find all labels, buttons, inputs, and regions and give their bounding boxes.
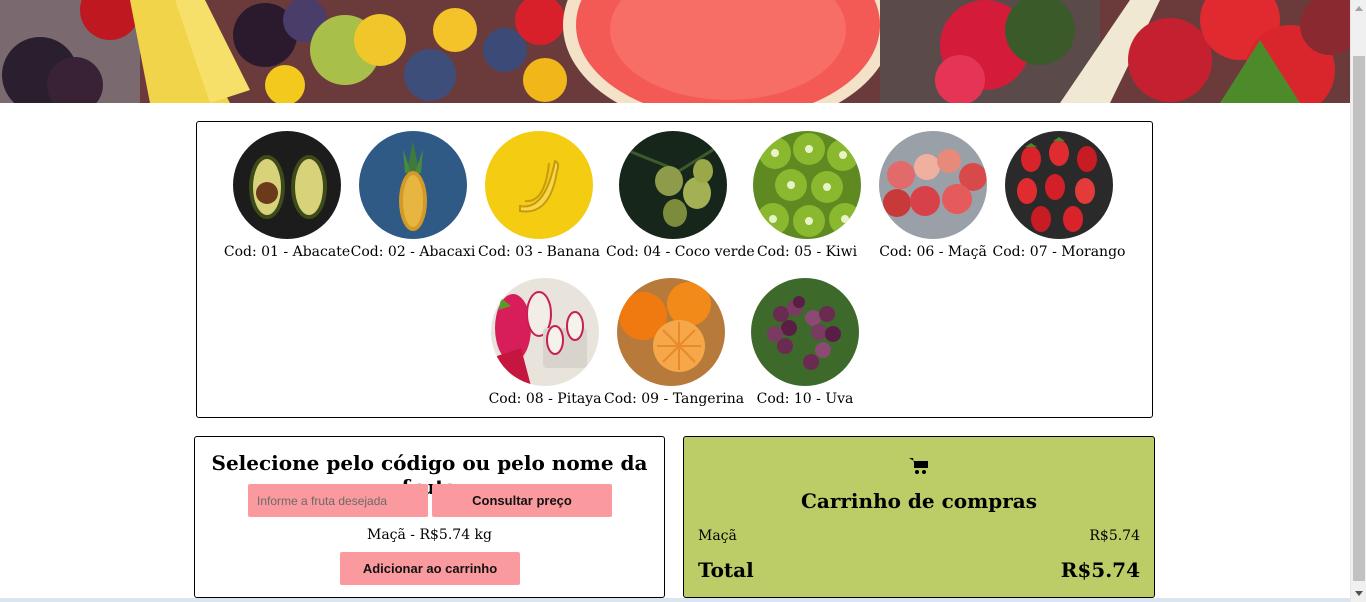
banana-image bbox=[485, 131, 593, 239]
scroll-thumb[interactable] bbox=[1353, 56, 1365, 581]
pineapple-image bbox=[359, 131, 467, 239]
total-label: Total bbox=[698, 558, 754, 582]
cart-total-row: Total R$5.74 bbox=[698, 558, 1140, 584]
shopping-cart-panel: Carrinho de compras Maçã R$5.74 Total R$… bbox=[683, 436, 1155, 598]
fruit-item-pitaya[interactable]: Cod: 08 - Pitaya bbox=[478, 278, 612, 408]
fruit-item-maca[interactable]: Cod: 06 - Maçã bbox=[866, 131, 1000, 261]
cart-item-row: Maçã R$5.74 bbox=[698, 528, 1140, 546]
cart-item-price: R$5.74 bbox=[1089, 528, 1140, 544]
fruit-banner bbox=[0, 0, 1350, 103]
fruit-label: Cod: 02 - Abacaxi bbox=[350, 244, 476, 260]
fruit-item-morango[interactable]: Cod: 07 - Morango bbox=[992, 131, 1126, 261]
add-to-cart-button[interactable]: Adicionar ao carrinho bbox=[340, 552, 520, 585]
avocado-image bbox=[233, 131, 341, 239]
fruit-label: Cod: 09 - Tangerina bbox=[604, 391, 745, 407]
fruit-label: Cod: 01 - Abacate bbox=[223, 244, 351, 260]
fruit-label: Cod: 03 - Banana bbox=[477, 244, 601, 260]
grape-image bbox=[751, 278, 859, 386]
fruit-label: Cod: 10 - Uva bbox=[756, 391, 854, 407]
fruit-label: Cod: 07 - Morango bbox=[992, 244, 1126, 260]
fruit-item-banana[interactable]: Cod: 03 - Banana bbox=[472, 131, 606, 261]
fruit-search-input[interactable] bbox=[248, 484, 428, 517]
cart-item-name: Maçã bbox=[698, 528, 737, 544]
apple-image bbox=[879, 131, 987, 239]
fruit-item-abacaxi[interactable]: Cod: 02 - Abacaxi bbox=[346, 131, 480, 261]
fruit-label: Cod: 06 - Maçã bbox=[879, 244, 987, 260]
fruit-gallery: Cod: 01 - Abacate Cod: 02 - Abacaxi Cod:… bbox=[196, 121, 1153, 418]
kiwi-image bbox=[753, 131, 861, 239]
fruit-item-coco-verde[interactable]: Cod: 04 - Coco verde bbox=[606, 131, 755, 261]
green-coconut-image bbox=[619, 131, 727, 239]
fruit-item-abacate[interactable]: Cod: 01 - Abacate bbox=[220, 131, 354, 261]
fruit-select-panel: Selecione pelo código ou pelo nome da fr… bbox=[194, 436, 665, 598]
fruit-banner-image bbox=[0, 0, 1350, 103]
consult-price-button[interactable]: Consultar preço bbox=[432, 484, 612, 517]
fruit-item-tangerina[interactable]: Cod: 09 - Tangerina bbox=[604, 278, 745, 408]
vertical-scrollbar[interactable] bbox=[1350, 0, 1366, 602]
fruit-label: Cod: 08 - Pitaya bbox=[488, 391, 602, 407]
scroll-up-arrow-icon[interactable] bbox=[1351, 0, 1366, 17]
price-result: Maçã - R$5.74 kg bbox=[366, 527, 492, 543]
total-value: R$5.74 bbox=[1060, 558, 1140, 582]
fruit-item-kiwi[interactable]: Cod: 05 - Kiwi bbox=[740, 131, 874, 261]
strawberry-image bbox=[1005, 131, 1113, 239]
fruit-label: Cod: 05 - Kiwi bbox=[756, 244, 858, 260]
tangerine-image bbox=[617, 278, 725, 386]
fruit-label: Cod: 04 - Coco verde bbox=[606, 244, 755, 260]
cart-title: Carrinho de compras bbox=[800, 489, 1038, 513]
scroll-down-arrow-icon[interactable] bbox=[1351, 585, 1366, 602]
shopping-cart-icon bbox=[909, 457, 929, 475]
horizontal-scrollbar-edge bbox=[0, 598, 1350, 602]
fruit-item-uva[interactable]: Cod: 10 - Uva bbox=[738, 278, 872, 408]
pitaya-image bbox=[491, 278, 599, 386]
